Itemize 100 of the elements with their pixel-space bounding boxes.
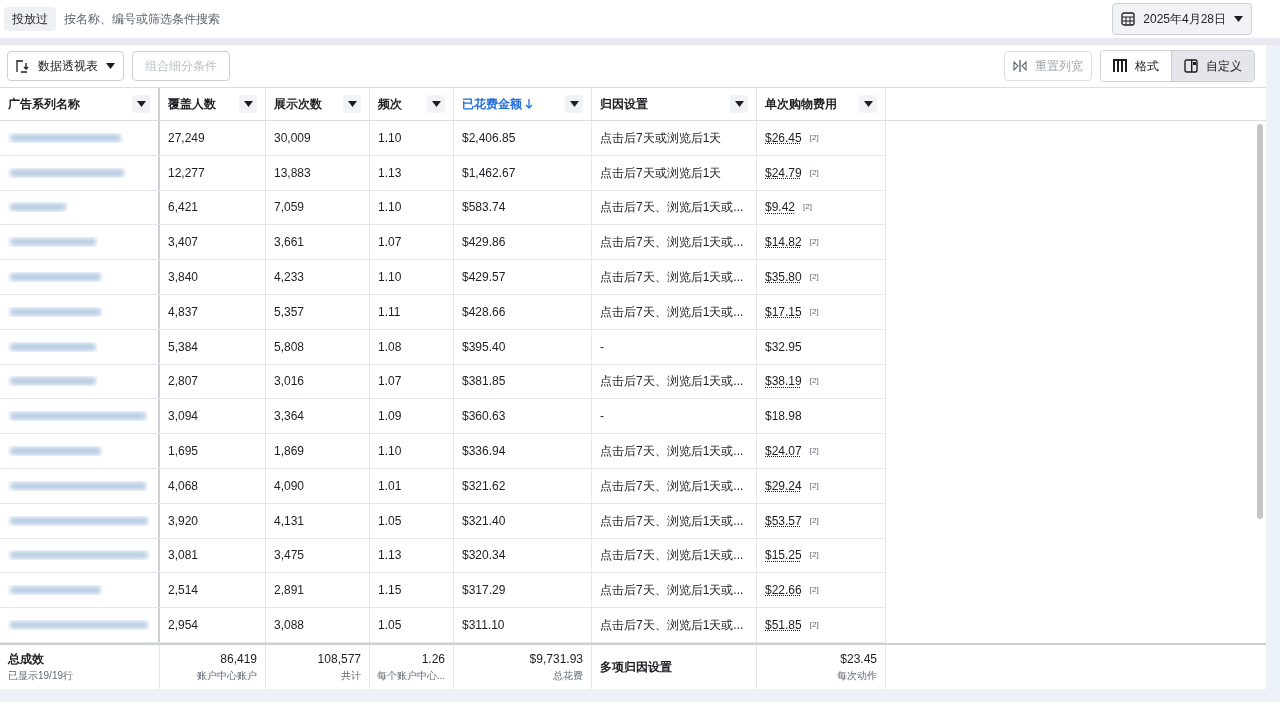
table-cell-text: 1.08 (378, 338, 402, 356)
table-cell-text: $1,462.67 (462, 164, 516, 182)
table-cell-text: 3,407 (168, 234, 199, 252)
panel-icon (1184, 59, 1198, 73)
columns-icon (1113, 59, 1127, 73)
column-menu-button[interactable] (427, 95, 445, 113)
footnote-mark: [2] (809, 514, 819, 527)
footnote-mark: [2] (809, 375, 819, 388)
table-cell-text: 12,277 (168, 164, 205, 182)
table-cell-text: 1.07 (378, 234, 402, 252)
view-toggle-button[interactable]: 自定义 (1171, 51, 1254, 81)
table-cell-text: 1.10 (378, 443, 402, 461)
table-cell-text: $381.85 (462, 373, 506, 391)
footnote-mark: [2] (809, 305, 819, 318)
table-cell-text: 5,384 (168, 338, 199, 356)
caret-icon (569, 101, 579, 107)
table-cell-text: $15.25 (765, 547, 802, 565)
table-cell-text: $395.40 (462, 338, 506, 356)
table-cell-text: 点击后7天、浏览后1天或... (600, 373, 744, 391)
table-cell-text: $14.82 (765, 234, 802, 252)
table-cell-text: $53.57 (765, 512, 802, 530)
column-header[interactable]: 单次购物费用 (765, 95, 837, 113)
column-header[interactable]: 频次 (378, 95, 402, 113)
table-cell-text: 1.01 (378, 477, 402, 495)
totals-title: 总成效 (8, 651, 44, 669)
table-cell-text: 3,094 (168, 408, 199, 426)
table-cell-text: 点击后7天、浏览后1天或... (600, 582, 744, 600)
column-menu-button[interactable] (239, 95, 257, 113)
footnote-mark: [2] (809, 584, 819, 597)
table-cell-text: 点击后7天、浏览后1天或... (600, 199, 744, 217)
table-cell-text: 3,016 (274, 373, 305, 391)
table-cell-text: 1,695 (168, 443, 199, 461)
table-cell-text: 2,807 (168, 373, 199, 391)
column-header[interactable]: 已花费金额 (462, 95, 522, 113)
column-menu-button[interactable] (859, 95, 877, 113)
column-header[interactable]: 广告系列名称 (8, 95, 80, 113)
table-cell-text: 2,954 (168, 617, 199, 635)
table-cell-text: 1.15 (378, 582, 402, 600)
table-cell-text: $38.19 (765, 373, 802, 391)
footnote-mark: [2] (803, 201, 812, 214)
column-header[interactable]: 展示次数 (274, 95, 322, 113)
caret-icon (347, 101, 357, 107)
table-cell-text: 1.11 (378, 303, 401, 321)
table-cell-text: 5,357 (274, 303, 305, 321)
table-cell-text: 3,920 (168, 512, 199, 530)
table-cell-text: 3,088 (274, 617, 305, 635)
column-resize-icon (1013, 60, 1027, 72)
calendar-icon (1121, 12, 1136, 26)
totals-value: $9,731.93 (529, 651, 583, 669)
column-menu-button[interactable] (132, 95, 150, 113)
table-cell-text: $18.98 (765, 408, 802, 426)
caret-icon (243, 101, 253, 107)
column-header[interactable]: 覆盖人数 (168, 95, 216, 113)
table-cell-text: $29.24 (765, 477, 802, 495)
totals-value: 86,419 (220, 651, 257, 669)
caret-icon (1234, 16, 1243, 22)
table-cell-text: $317.29 (462, 582, 506, 600)
pivot-table-button[interactable]: 数据透视表 (7, 51, 124, 81)
search-field[interactable]: 按名称、编号或筛选条件搜索 (64, 5, 1105, 33)
table-cell-text: 1.10 (378, 269, 402, 287)
totals-subtitle: 已显示19/19行 (8, 669, 74, 684)
table-cell-text: 点击后7天、浏览后1天或... (600, 269, 744, 287)
table-cell-text: 点击后7天、浏览后1天或... (600, 477, 744, 495)
column-menu-button[interactable] (565, 95, 583, 113)
table-cell-text: $336.94 (462, 443, 506, 461)
table-cell-text: 点击后7天或浏览后1天 (600, 129, 722, 147)
table-cell-text: 1.09 (378, 408, 402, 426)
table-cell-text: $429.57 (462, 269, 506, 287)
table-cell-text: 4,131 (274, 512, 305, 530)
table-cell-text: 1.13 (378, 547, 402, 565)
totals-value: 1.26 (421, 651, 445, 669)
table-cell-text: 点击后7天、浏览后1天或... (600, 512, 744, 530)
table-cell-text: 3,840 (168, 269, 199, 287)
table-cell-text: $26.45 (765, 129, 802, 147)
column-header[interactable]: 归因设置 (600, 95, 648, 113)
totals-caption: 每次动作 (837, 669, 877, 684)
filter-chip[interactable]: 投放过 (4, 7, 56, 31)
table-cell-text: 6,421 (168, 199, 199, 217)
footnote-mark: [2] (809, 236, 819, 249)
table-cell-text: $2,406.85 (462, 129, 516, 147)
table-cell-text: 4,837 (168, 303, 199, 321)
table-cell-text: 3,364 (274, 408, 305, 426)
sort-down-icon (524, 99, 533, 109)
date-picker-button[interactable]: 2025年4月28日 (1112, 3, 1252, 35)
totals-caption: 总花费 (553, 669, 583, 684)
table-cell-text: 1.05 (378, 617, 402, 635)
footnote-mark: [2] (809, 271, 819, 284)
column-menu-button[interactable] (730, 95, 748, 113)
table-cell-text: 13,883 (274, 164, 311, 182)
table-cell-text: $24.79 (765, 164, 802, 182)
column-menu-button[interactable] (343, 95, 361, 113)
totals-caption: 共计 (341, 669, 361, 684)
footnote-mark: [2] (809, 445, 819, 458)
table-cell-text: $22.66 (765, 582, 802, 600)
footnote-mark: [2] (809, 619, 819, 632)
footnote-mark: [2] (809, 131, 819, 144)
table-cell-text: 2,514 (168, 582, 199, 600)
table-cell-text: 3,475 (274, 547, 305, 565)
scrollbar[interactable] (1257, 124, 1263, 519)
table-cell-text: 5,808 (274, 338, 305, 356)
